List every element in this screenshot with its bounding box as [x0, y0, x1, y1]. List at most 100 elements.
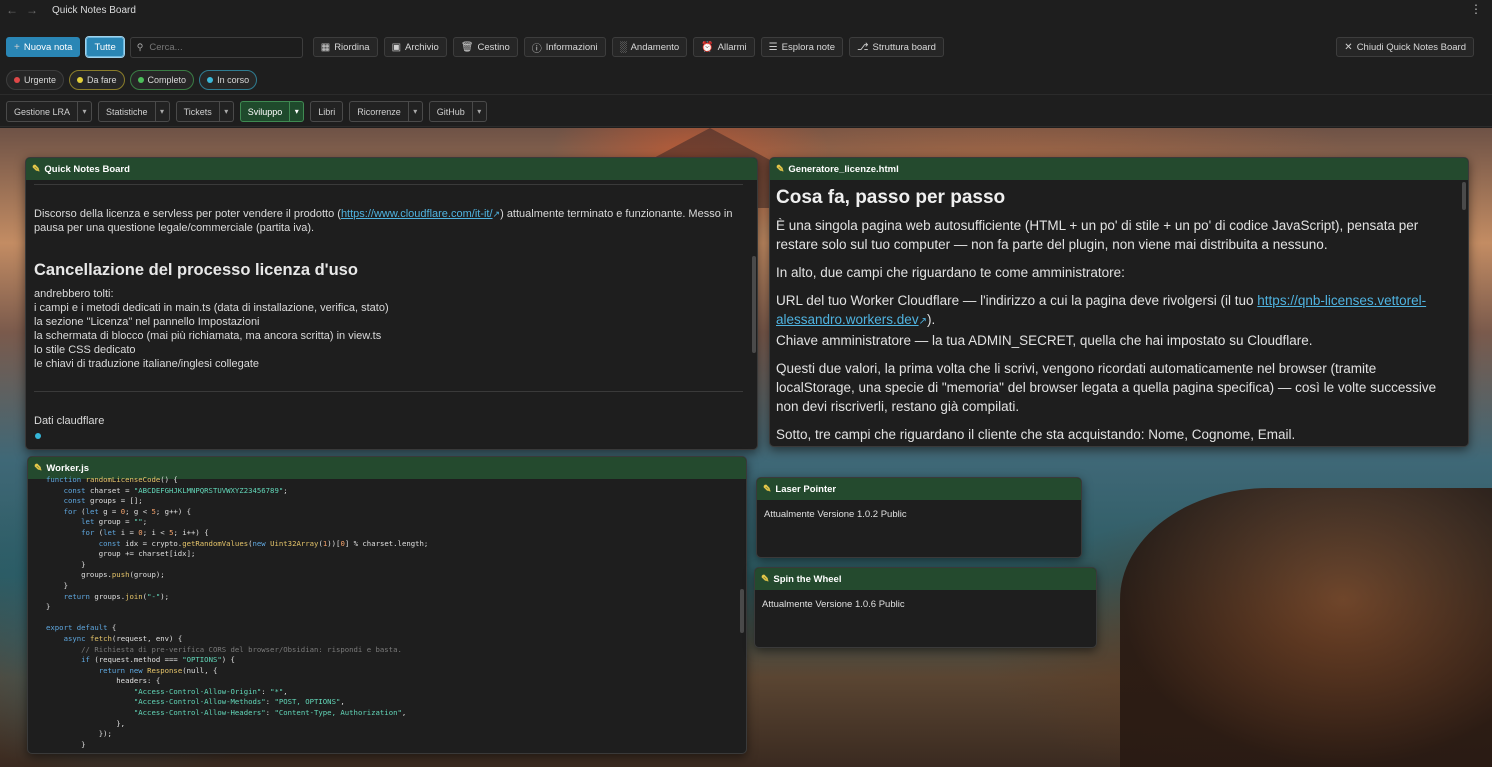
forward-arrow-icon[interactable]: → [26, 3, 38, 17]
note-line: i campi e i metodi dedicati in main.ts (… [34, 302, 389, 314]
note-card-laser-pointer[interactable]: ✎ Laser Pointer Attualmente Versione 1.0… [756, 477, 1082, 558]
close-board-label: Chiudi Quick Notes Board [1356, 41, 1466, 53]
search-icon: ⚲ [136, 41, 144, 52]
tab-label[interactable]: Sviluppo [239, 101, 291, 122]
trend-button[interactable]: ░ Andamento [611, 37, 688, 57]
tab-label[interactable]: Libri [310, 101, 344, 122]
tab-label[interactable]: Statistiche [98, 101, 156, 122]
tab-sviluppo[interactable]: Sviluppo ▾ [239, 101, 305, 122]
cloudflare-link[interactable]: https://www.cloudflare.com/it-it/ [341, 208, 493, 220]
list-icon: ☰ [768, 41, 778, 53]
info-button[interactable]: ⓘ Informazioni [523, 37, 606, 57]
status-dot [137, 77, 144, 83]
close-board-button[interactable]: ✕ Chiudi Quick Notes Board [1336, 37, 1474, 57]
status-chip-todo[interactable]: Da fare [69, 70, 125, 90]
pin-icon[interactable]: ✎ [776, 164, 784, 175]
tab-label[interactable]: Tickets [175, 101, 220, 122]
status-chip-urgent[interactable]: Urgente [6, 70, 65, 90]
pin-icon[interactable]: ✎ [32, 164, 40, 175]
scrollbar[interactable] [752, 256, 756, 353]
new-note-button[interactable]: + Nuova nota [6, 37, 81, 57]
trash-button[interactable]: 🗑 Cestino [452, 37, 518, 57]
note-line: la sezione "Licenza" nel pannello Impost… [34, 316, 260, 328]
note-body[interactable]: Cosa fa, passo per passo È una singola p… [770, 180, 1468, 446]
note-header[interactable]: ✎ Laser Pointer [757, 478, 1081, 500]
status-chip-in-progress[interactable]: In corso [199, 70, 258, 90]
code-line: }, [46, 718, 126, 728]
status-chip-complete[interactable]: Completo [129, 70, 195, 90]
code-line: const groups = []; [63, 496, 143, 506]
alarms-label: Allarmi [717, 41, 747, 53]
note-card-worker-js[interactable]: ✎ Worker.js function randomLicenseCode()… [27, 456, 747, 754]
note-paragraph: Questi due valori, la prima volta che li… [776, 361, 1437, 414]
chevron-down-icon[interactable]: ▾ [155, 101, 170, 122]
status-dot [207, 77, 214, 83]
tab-libri[interactable]: Libri [310, 101, 344, 122]
note-header[interactable]: ✎ Spin the Wheel [755, 568, 1096, 590]
trash-label: Cestino [477, 41, 510, 53]
tab-github[interactable]: GitHub ▾ [428, 101, 487, 122]
note-card-generatore-licenze[interactable]: ✎ Generatore_licenze.html Cosa fa, passo… [769, 157, 1469, 447]
tab-label[interactable]: GitHub [428, 101, 473, 122]
new-note-label: Nuova nota [23, 41, 73, 53]
code-line: } [46, 739, 86, 749]
tab-statistiche[interactable]: Statistiche ▾ [98, 101, 170, 122]
hierarchy-icon: ⎇ [856, 41, 869, 53]
explore-notes-label: Esplora note [781, 41, 835, 53]
more-options-icon[interactable]: ⋮ [1470, 2, 1482, 16]
code-block[interactable]: function randomLicenseCode() { const cha… [28, 475, 746, 753]
reorder-button[interactable]: ▦ Riordina [312, 37, 378, 57]
chevron-down-icon[interactable]: ▾ [408, 101, 423, 122]
divider [34, 184, 743, 185]
note-body[interactable]: Attualmente Versione 1.0.2 Public [757, 500, 1081, 557]
note-header[interactable]: ✎ Generatore_licenze.html [770, 158, 1468, 180]
note-card-quick-notes-board[interactable]: ✎ Quick Notes Board Discorso della licen… [25, 157, 758, 450]
note-line: andrebbero tolti: [34, 288, 114, 300]
code-line: for (let i = 0; i < 5; i++) { [81, 527, 209, 537]
code-line: "Access-Control-Allow-Methods": "POST, O… [133, 697, 345, 707]
tab-tickets[interactable]: Tickets ▾ [175, 101, 234, 122]
chevron-down-icon[interactable]: ▾ [472, 101, 487, 122]
note-card-spin-the-wheel[interactable]: ✎ Spin the Wheel Attualmente Versione 1.… [754, 567, 1097, 648]
alarms-button[interactable]: ⏰ Allarmi [693, 37, 755, 57]
paragraph-text: Chiave amministratore — la tua ADMIN_SEC… [776, 333, 1313, 348]
board-structure-button[interactable]: ⎇ Struttura board [848, 37, 944, 57]
scrollbar[interactable] [740, 589, 744, 633]
code-line: headers: { [46, 676, 161, 686]
note-line: le chiavi di traduzione italiane/inglesi… [34, 358, 260, 370]
chevron-down-icon[interactable]: ▾ [219, 101, 234, 122]
info-label: Informazioni [545, 41, 598, 53]
plus-icon: + [14, 41, 20, 53]
scrollbar[interactable] [1462, 182, 1466, 210]
tab-gestione-lra[interactable]: Gestione LRA ▾ [6, 101, 93, 122]
code-line: // Richiesta di pre-verifica CORS del br… [81, 644, 402, 654]
note-body[interactable]: Attualmente Versione 1.0.6 Public [755, 590, 1096, 647]
back-arrow-icon[interactable]: ← [6, 3, 18, 17]
tab-label[interactable]: Gestione LRA [6, 101, 79, 122]
chevron-down-icon[interactable]: ▾ [78, 101, 93, 122]
search-box[interactable]: ⚲ [129, 36, 303, 58]
search-input[interactable] [149, 41, 290, 53]
chevron-down-icon[interactable]: ▾ [290, 101, 305, 122]
code-line: const charset = "ABCDEFGHJKLMNPQRSTUVWXY… [63, 485, 288, 495]
code-line: export default { [46, 623, 117, 633]
note-title: Generatore_licenze.html [788, 163, 899, 175]
pin-icon[interactable]: ✎ [34, 463, 42, 474]
tab-ricorrenze[interactable]: Ricorrenze ▾ [349, 101, 423, 122]
note-title: Laser Pointer [775, 483, 837, 495]
external-link-icon: ↗ [492, 209, 501, 219]
explore-notes-button[interactable]: ☰ Esplora note [760, 37, 843, 57]
archive-button[interactable]: ▣ Archivio [383, 37, 447, 57]
all-filter-button[interactable]: Tutte [85, 36, 125, 58]
code-line: let group = ""; [81, 517, 148, 527]
tab-label[interactable]: Ricorrenze [349, 101, 409, 122]
note-line: lo stile CSS dedicato [34, 344, 136, 356]
note-paragraph: Sotto, tre campi che riguardano il clien… [776, 427, 1296, 442]
note-header[interactable]: ✎ Quick Notes Board [26, 158, 757, 180]
note-body[interactable]: Discorso della licenza e servless per po… [26, 180, 757, 449]
background-cliffs [1120, 488, 1492, 767]
status-dot [14, 77, 20, 83]
pin-icon[interactable]: ✎ [761, 574, 769, 585]
pin-icon[interactable]: ✎ [763, 484, 771, 495]
paragraph-text: URL del tuo Worker Cloudflare — l'indiri… [776, 293, 1258, 308]
